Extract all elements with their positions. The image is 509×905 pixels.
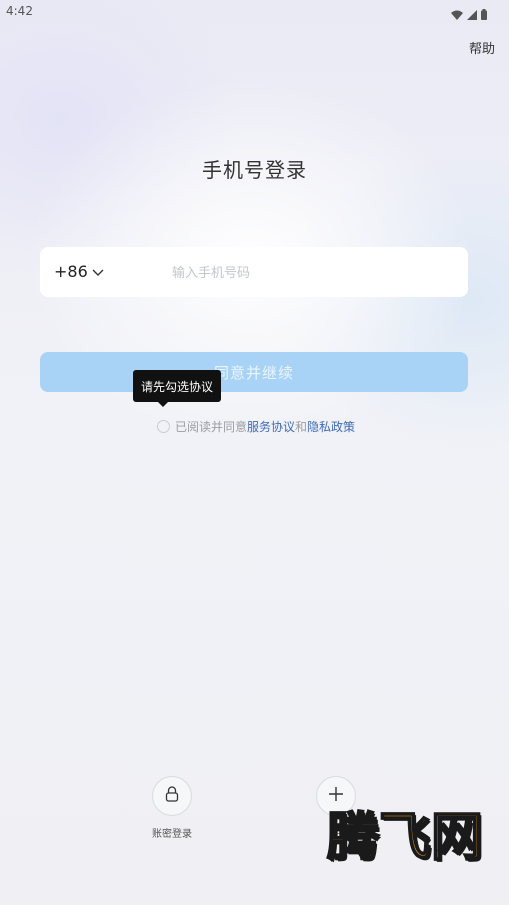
tooltip-arrow	[157, 401, 169, 407]
agreement-row: 已阅读并同意 服务协议 和 隐私政策	[157, 418, 355, 435]
signal-icon	[467, 5, 477, 24]
agreement-prefix: 已阅读并同意	[175, 420, 248, 434]
country-code-selector[interactable]: +86	[54, 262, 104, 281]
chevron-down-icon	[92, 262, 104, 281]
page-title: 手机号登录	[202, 158, 307, 182]
watermark-logo: 腾飞网	[326, 807, 484, 868]
service-agreement-link[interactable]: 服务协议	[247, 418, 295, 435]
agreement-conjunction: 和	[295, 420, 308, 434]
country-code-label: +86	[54, 262, 88, 281]
plus-icon	[328, 786, 344, 806]
agree-continue-button[interactable]: 同意并继续	[40, 352, 468, 392]
phone-input-card: +86	[40, 247, 468, 297]
password-login-circle[interactable]	[152, 776, 192, 816]
battery-icon	[481, 5, 487, 24]
agreement-tooltip: 请先勾选协议	[133, 370, 221, 402]
status-bar: 4:42	[0, 0, 509, 24]
agreement-checkbox[interactable]	[157, 420, 170, 433]
wifi-icon	[451, 5, 463, 24]
status-icons	[451, 5, 487, 24]
privacy-policy-link[interactable]: 隐私政策	[307, 418, 355, 435]
help-link[interactable]: 帮助	[469, 38, 495, 57]
status-time: 4:42	[6, 4, 33, 18]
lock-icon	[165, 786, 179, 806]
password-login-option[interactable]: 账密登录	[132, 776, 212, 840]
password-login-label: 账密登录	[152, 829, 192, 840]
phone-number-input[interactable]	[170, 257, 454, 289]
login-screen: 4:42 帮助 手机号登录 +86 同意并继续 请先勾选协议 已阅读并同意	[0, 0, 509, 905]
